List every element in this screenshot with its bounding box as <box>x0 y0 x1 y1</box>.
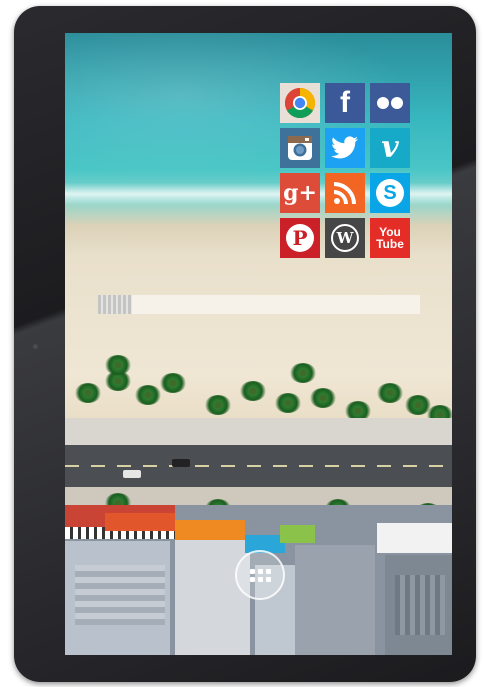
rss-icon <box>333 181 357 205</box>
youtube-app-tile[interactable]: You Tube <box>370 218 410 258</box>
home-screen: f v g+ S P W You Tube <box>65 33 452 655</box>
skype-app-tile[interactable]: S <box>370 173 410 213</box>
chrome-icon <box>284 87 316 119</box>
twitter-app-tile[interactable] <box>325 128 365 168</box>
facebook-app-tile[interactable]: f <box>325 83 365 123</box>
app-drawer-icon <box>249 568 271 582</box>
flickr-app-tile[interactable] <box>370 83 410 123</box>
wordpress-letter: W <box>336 228 354 247</box>
pinterest-icon: P <box>286 224 314 252</box>
vimeo-app-tile[interactable]: v <box>370 128 410 168</box>
vimeo-icon: v <box>381 130 399 165</box>
flickr-icon <box>375 96 405 110</box>
rss-app-tile[interactable] <box>325 173 365 213</box>
instagram-app-tile[interactable] <box>280 128 320 168</box>
wordpress-icon: W <box>331 224 359 252</box>
facebook-icon: f <box>340 86 350 119</box>
google-plus-app-tile[interactable]: g+ <box>280 173 320 213</box>
youtube-icon: You Tube <box>376 225 404 251</box>
skype-letter: S <box>383 182 397 204</box>
pinterest-letter: P <box>292 226 308 250</box>
google-plus-icon: g+ <box>283 180 317 206</box>
search-input[interactable] <box>98 295 420 314</box>
app-drawer-button[interactable] <box>235 550 285 600</box>
chrome-app-tile[interactable] <box>280 83 320 123</box>
app-shortcut-grid: f v g+ S P W You Tube <box>280 83 415 258</box>
pinterest-app-tile[interactable]: P <box>280 218 320 258</box>
front-camera <box>33 344 38 349</box>
skype-icon: S <box>376 179 404 207</box>
twitter-icon <box>331 136 359 160</box>
instagram-icon <box>287 135 313 161</box>
search-logo-icon <box>98 295 132 314</box>
wordpress-app-tile[interactable]: W <box>325 218 365 258</box>
